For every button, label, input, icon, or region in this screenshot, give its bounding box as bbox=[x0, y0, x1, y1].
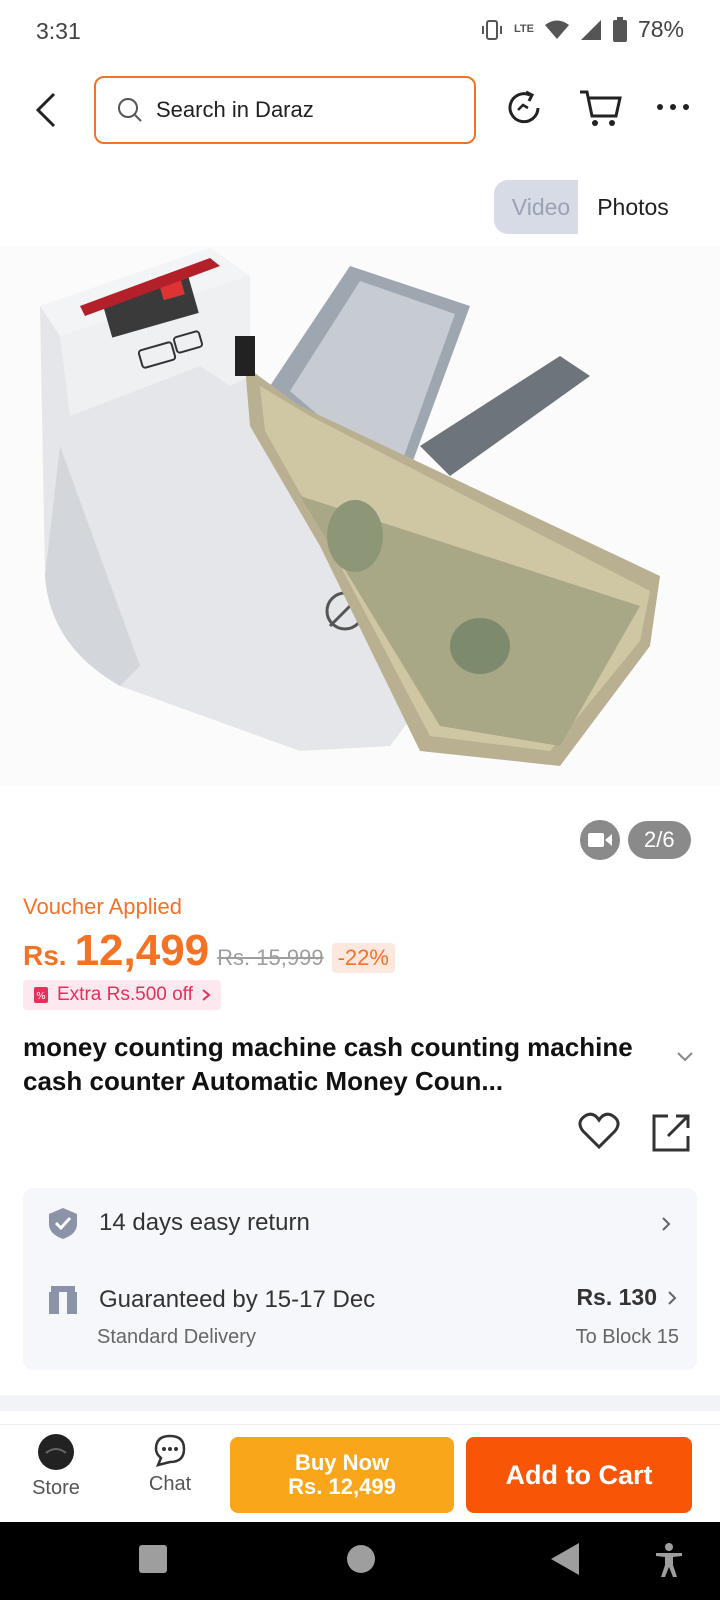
product-title: money counting machine cash counting mac… bbox=[23, 1032, 633, 1096]
shipping-fee[interactable]: Rs. 130 bbox=[576, 1284, 677, 1311]
return-policy-row[interactable]: 14 days easy return bbox=[47, 1206, 310, 1240]
price-currency: Rs. bbox=[23, 940, 67, 971]
extra-discount-tag[interactable]: % Extra Rs.500 off bbox=[23, 980, 221, 1010]
signal-icon bbox=[580, 19, 601, 40]
refresh-icon bbox=[508, 90, 540, 124]
wishlist-button[interactable] bbox=[578, 1112, 620, 1155]
recents-button[interactable] bbox=[138, 1544, 168, 1579]
search-input[interactable]: Search in Daraz bbox=[94, 76, 476, 144]
expand-title-button[interactable] bbox=[676, 1050, 694, 1068]
section-divider bbox=[0, 1395, 720, 1411]
vibrate-icon bbox=[481, 19, 502, 40]
product-image[interactable] bbox=[0, 246, 720, 786]
lte-indicator: LTE bbox=[513, 23, 534, 35]
status-bar: 3:31 LTE 78% bbox=[0, 0, 720, 64]
accessibility-button[interactable] bbox=[654, 1542, 684, 1583]
delivery-destination: To Block 15 bbox=[575, 1326, 679, 1348]
chat-icon bbox=[154, 1434, 186, 1467]
discount-badge: -22% bbox=[331, 943, 395, 973]
voucher-label: Voucher Applied bbox=[23, 894, 183, 919]
delivery-box-icon bbox=[49, 1286, 77, 1314]
bottom-action-bar: Store Chat Buy Now Rs. 12,499 Add to Car… bbox=[0, 1424, 720, 1522]
back-button[interactable] bbox=[30, 90, 62, 135]
delivery-text: Guaranteed by 15-17 Dec bbox=[99, 1286, 376, 1313]
original-price: Rs. 15,999 bbox=[217, 945, 324, 970]
svg-text:%: % bbox=[36, 991, 46, 1002]
gallery-counter: 2/6 bbox=[580, 820, 691, 860]
share-button[interactable] bbox=[650, 1112, 692, 1159]
delivery-type: Standard Delivery bbox=[97, 1326, 256, 1348]
search-icon bbox=[118, 98, 142, 122]
buy-now-label: Buy Now bbox=[294, 1450, 390, 1475]
extra-discount-text: Extra Rs.500 off bbox=[57, 984, 193, 1005]
coupon-icon: % bbox=[34, 987, 48, 1003]
return-policy-text: 14 days easy return bbox=[99, 1209, 310, 1236]
chat-label: Chat bbox=[148, 1473, 192, 1495]
system-nav-bar bbox=[0, 1522, 720, 1600]
shield-check-icon bbox=[49, 1208, 77, 1239]
back-arrow-icon bbox=[35, 92, 56, 128]
cart-icon bbox=[580, 90, 622, 126]
more-dots-icon bbox=[657, 104, 689, 110]
shipping-fee-text: Rs. 130 bbox=[576, 1284, 657, 1310]
triangle-back-icon bbox=[551, 1543, 579, 1575]
top-bar: Search in Daraz bbox=[0, 64, 720, 160]
price-row: Rs. 12,499 Rs. 15,999 -22% bbox=[23, 926, 395, 976]
service-info-card: 14 days easy return Guaranteed by 15-17 … bbox=[23, 1188, 697, 1370]
heart-icon bbox=[578, 1112, 620, 1150]
back-nav-button[interactable] bbox=[550, 1542, 580, 1581]
store-label: Store bbox=[32, 1477, 80, 1499]
buy-now-price: Rs. 12,499 bbox=[288, 1474, 396, 1499]
share-refresh-button[interactable] bbox=[504, 88, 544, 133]
search-placeholder: Search in Daraz bbox=[156, 97, 314, 122]
home-button[interactable] bbox=[346, 1544, 376, 1579]
chevron-right-icon bbox=[662, 1217, 671, 1231]
buy-now-button[interactable]: Buy Now Rs. 12,499 bbox=[230, 1437, 454, 1513]
more-button[interactable] bbox=[656, 100, 690, 119]
status-time: 3:31 bbox=[36, 18, 81, 44]
money-counter-illustration bbox=[0, 246, 720, 786]
wifi-icon bbox=[544, 20, 569, 39]
chevron-down-icon bbox=[677, 1052, 693, 1062]
media-toggle: Video Photos bbox=[494, 180, 688, 234]
photos-tab[interactable]: Photos bbox=[578, 180, 688, 234]
share-icon bbox=[652, 1114, 690, 1152]
video-tab[interactable]: Video bbox=[494, 180, 588, 234]
video-badge[interactable] bbox=[580, 820, 620, 860]
chevron-right-icon bbox=[202, 989, 211, 1001]
battery-icon bbox=[612, 16, 627, 42]
square-icon bbox=[139, 1545, 167, 1573]
store-logo-icon bbox=[38, 1434, 74, 1470]
image-page-indicator: 2/6 bbox=[628, 821, 691, 859]
chat-button[interactable]: Chat bbox=[130, 1433, 210, 1496]
circle-icon bbox=[347, 1545, 375, 1573]
delivery-row[interactable]: Guaranteed by 15-17 Dec bbox=[47, 1284, 375, 1316]
accessibility-icon bbox=[656, 1543, 682, 1577]
status-icons: LTE 78% bbox=[480, 16, 684, 43]
video-camera-icon bbox=[588, 833, 612, 847]
chevron-right-icon bbox=[668, 1290, 677, 1305]
current-price: 12,499 bbox=[74, 926, 210, 975]
store-button[interactable]: Store bbox=[16, 1433, 96, 1500]
return-chevron[interactable] bbox=[661, 1216, 671, 1237]
cart-button[interactable] bbox=[578, 88, 622, 133]
battery-percent: 78% bbox=[637, 16, 684, 42]
add-to-cart-button[interactable]: Add to Cart bbox=[466, 1437, 692, 1513]
